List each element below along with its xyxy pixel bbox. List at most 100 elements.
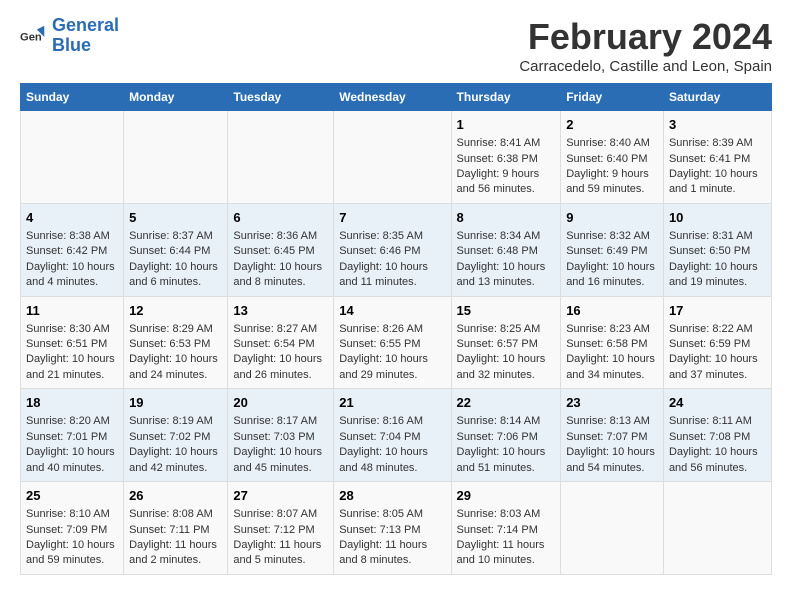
cell-text: Daylight: 10 hours and 8 minutes. [233,260,328,291]
cell-text: Sunrise: 8:34 AM [457,229,556,244]
cell-text: Sunset: 6:38 PM [457,152,556,167]
cell-text: Daylight: 10 hours and 56 minutes. [669,445,766,476]
cell-text: Sunset: 7:06 PM [457,430,556,445]
cell-text: Daylight: 10 hours and 40 minutes. [26,445,118,476]
cell-text: Daylight: 10 hours and 37 minutes. [669,352,766,383]
cell-text: Daylight: 10 hours and 26 minutes. [233,352,328,383]
cell-text: Sunrise: 8:40 AM [566,136,658,151]
cell-text: Sunrise: 8:22 AM [669,322,766,337]
cell-text: Daylight: 9 hours and 56 minutes. [457,167,556,198]
day-number: 28 [339,487,445,505]
calendar-cell: 22 Sunrise: 8:14 AMSunset: 7:06 PMDayligh… [451,389,561,482]
day-number: 16 [566,302,658,320]
day-number: 23 [566,394,658,412]
cell-text: Sunrise: 8:32 AM [566,229,658,244]
cell-text: Sunrise: 8:14 AM [457,414,556,429]
day-number: 27 [233,487,328,505]
cell-text: Sunset: 7:08 PM [669,430,766,445]
day-number: 2 [566,116,658,134]
week-row-4: 25Sunrise: 8:10 AMSunset: 7:09 PMDayligh… [21,482,772,575]
calendar-cell: 3 Sunrise: 8:39 AMSunset: 6:41 PMDaylight… [663,111,771,204]
cell-text: Sunrise: 8:31 AM [669,229,766,244]
cell-text: Sunset: 7:14 PM [457,523,556,538]
subtitle: Carracedelo, Castille and Leon, Spain [519,58,772,75]
day-number: 11 [26,302,118,320]
day-number: 13 [233,302,328,320]
logo-line2: Blue [52,35,91,55]
cell-text: Daylight: 11 hours and 8 minutes. [339,538,445,569]
day-number: 10 [669,209,766,227]
cell-text: Daylight: 10 hours and 34 minutes. [566,352,658,383]
cell-text: Sunset: 6:59 PM [669,337,766,352]
cell-text: Sunrise: 8:30 AM [26,322,118,337]
cell-text: Sunrise: 8:13 AM [566,414,658,429]
cell-text: Sunrise: 8:16 AM [339,414,445,429]
logo-line1: General [52,15,119,35]
cell-text: Daylight: 10 hours and 4 minutes. [26,260,118,291]
cell-text: Sunrise: 8:17 AM [233,414,328,429]
cell-text: Sunset: 7:12 PM [233,523,328,538]
calendar-cell: 11Sunrise: 8:30 AMSunset: 6:51 PMDayligh… [21,296,124,389]
day-number: 3 [669,116,766,134]
cell-text: Sunset: 7:01 PM [26,430,118,445]
calendar-cell: 12Sunrise: 8:29 AMSunset: 6:53 PMDayligh… [124,296,228,389]
title-block: February 2024 Carracedelo, Castille and … [519,16,772,75]
calendar-cell: 19Sunrise: 8:19 AMSunset: 7:02 PMDayligh… [124,389,228,482]
calendar-cell [663,482,771,575]
week-row-2: 11Sunrise: 8:30 AMSunset: 6:51 PMDayligh… [21,296,772,389]
day-number: 24 [669,394,766,412]
calendar-cell: 17 Sunrise: 8:22 AMSunset: 6:59 PMDayligh… [663,296,771,389]
cell-text: Sunrise: 8:19 AM [129,414,222,429]
calendar-cell: 21Sunrise: 8:16 AMSunset: 7:04 PMDayligh… [334,389,451,482]
logo-text: General Blue [52,16,119,56]
day-number: 17 [669,302,766,320]
cell-text: Sunrise: 8:39 AM [669,136,766,151]
header-friday: Friday [561,84,664,111]
day-number: 22 [457,394,556,412]
cell-text: Sunset: 6:42 PM [26,244,118,259]
cell-text: Sunset: 6:53 PM [129,337,222,352]
cell-text: Daylight: 11 hours and 2 minutes. [129,538,222,569]
cell-text: Daylight: 10 hours and 11 minutes. [339,260,445,291]
cell-text: Daylight: 10 hours and 1 minute. [669,167,766,198]
calendar-cell: 4Sunrise: 8:38 AMSunset: 6:42 PMDaylight… [21,203,124,296]
cell-text: Sunrise: 8:08 AM [129,507,222,522]
day-number: 25 [26,487,118,505]
cell-text: Sunset: 6:46 PM [339,244,445,259]
cell-text: Sunset: 7:07 PM [566,430,658,445]
day-number: 26 [129,487,222,505]
header-thursday: Thursday [451,84,561,111]
cell-text: Sunrise: 8:10 AM [26,507,118,522]
logo: Gen General Blue [20,16,119,56]
cell-text: Sunset: 7:03 PM [233,430,328,445]
calendar-cell: 5Sunrise: 8:37 AMSunset: 6:44 PMDaylight… [124,203,228,296]
cell-text: Sunset: 6:41 PM [669,152,766,167]
day-number: 29 [457,487,556,505]
cell-text: Sunrise: 8:27 AM [233,322,328,337]
cell-text: Sunset: 6:48 PM [457,244,556,259]
cell-text: Daylight: 10 hours and 13 minutes. [457,260,556,291]
cell-text: Daylight: 10 hours and 59 minutes. [26,538,118,569]
calendar-cell: 16Sunrise: 8:23 AMSunset: 6:58 PMDayligh… [561,296,664,389]
calendar-cell: 9Sunrise: 8:32 AMSunset: 6:49 PMDaylight… [561,203,664,296]
calendar-cell: 27Sunrise: 8:07 AMSunset: 7:12 PMDayligh… [228,482,334,575]
calendar-cell: 18Sunrise: 8:20 AMSunset: 7:01 PMDayligh… [21,389,124,482]
day-number: 1 [457,116,556,134]
week-row-1: 4Sunrise: 8:38 AMSunset: 6:42 PMDaylight… [21,203,772,296]
calendar-header-row: SundayMondayTuesdayWednesdayThursdayFrid… [21,84,772,111]
cell-text: Sunrise: 8:23 AM [566,322,658,337]
cell-text: Sunrise: 8:38 AM [26,229,118,244]
day-number: 21 [339,394,445,412]
cell-text: Daylight: 10 hours and 51 minutes. [457,445,556,476]
calendar-cell: 14Sunrise: 8:26 AMSunset: 6:55 PMDayligh… [334,296,451,389]
cell-text: Daylight: 10 hours and 16 minutes. [566,260,658,291]
cell-text: Daylight: 10 hours and 54 minutes. [566,445,658,476]
calendar-cell: 23 Sunrise: 8:13 AMSunset: 7:07 PMDayligh… [561,389,664,482]
cell-text: Sunrise: 8:35 AM [339,229,445,244]
header-monday: Monday [124,84,228,111]
calendar-cell [228,111,334,204]
cell-text: Sunset: 7:04 PM [339,430,445,445]
page-header: Gen General Blue February 2024 Carracede… [20,16,772,75]
cell-text: Sunset: 6:57 PM [457,337,556,352]
cell-text: Sunrise: 8:11 AM [669,414,766,429]
